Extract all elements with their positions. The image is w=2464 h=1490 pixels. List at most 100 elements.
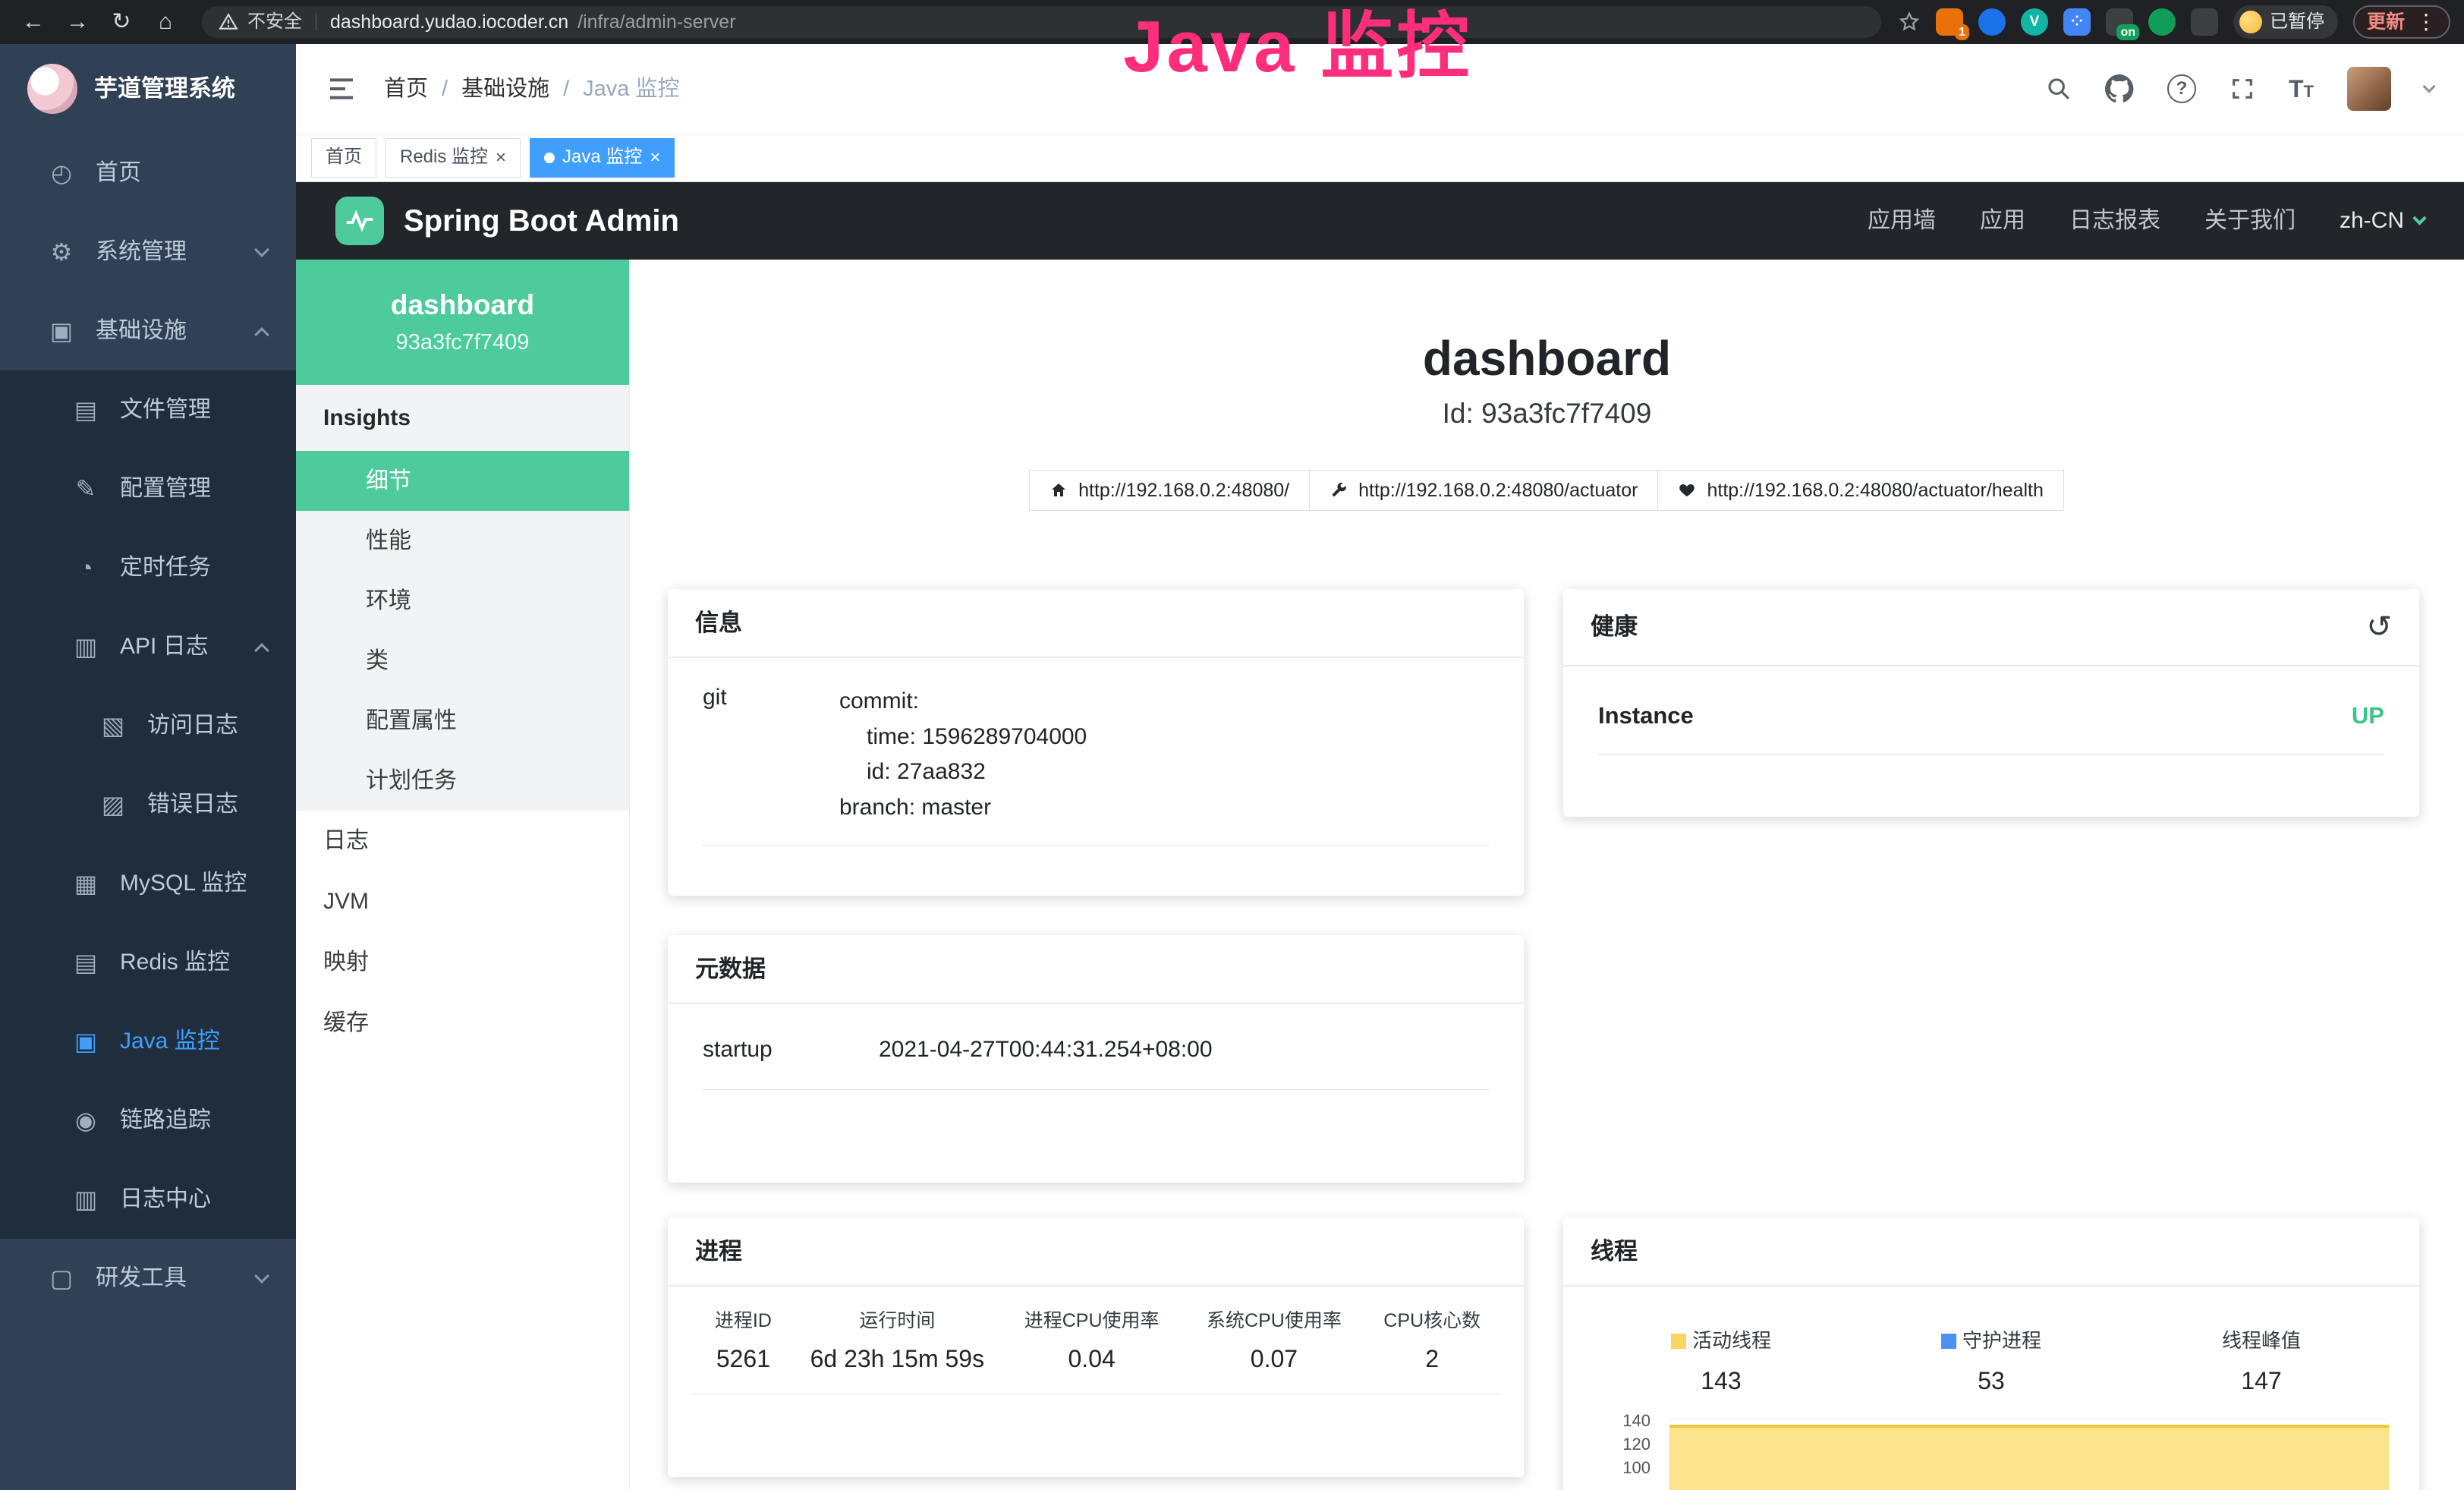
- sidebar-item-api-logs[interactable]: ▥ API 日志: [0, 607, 296, 686]
- url-host: dashboard.yudao.iocoder.cn: [330, 11, 568, 33]
- extension-icon[interactable]: ⁘: [2063, 8, 2091, 36]
- app-title: 芋道管理系统: [94, 74, 235, 102]
- close-icon[interactable]: ×: [496, 149, 506, 167]
- sba-nav-about[interactable]: 关于我们: [2204, 207, 2296, 235]
- sidebar-item-system-management[interactable]: ⚙ 系统管理: [0, 213, 296, 291]
- bookmark-star-icon[interactable]: [1898, 11, 1921, 33]
- chevron-up-icon: [254, 327, 269, 342]
- sidebar-item-config-management[interactable]: ✎ 配置管理: [0, 449, 296, 528]
- info-card-title: 信息: [668, 589, 1524, 658]
- insight-item-details[interactable]: 细节: [296, 451, 629, 511]
- browser-reload-button[interactable]: ↻: [102, 5, 141, 39]
- sba-brand-title[interactable]: Spring Boot Admin: [404, 203, 679, 239]
- extension-puzzle-icon[interactable]: [2191, 8, 2218, 36]
- locale-selector[interactable]: zh-CN: [2340, 207, 2425, 235]
- process-card: 进程 进程ID 运行时间 进程CPU使用率 系统CPU使用率 CPU核心数 52…: [668, 1218, 1524, 1477]
- sidebar-item-label: 系统管理: [96, 238, 187, 266]
- insight-item-config-props[interactable]: 配置属性: [296, 691, 629, 751]
- breadcrumb-home[interactable]: 首页: [384, 76, 428, 102]
- extension-icon[interactable]: [1978, 8, 2006, 36]
- security-label[interactable]: 不安全: [247, 11, 302, 33]
- user-avatar[interactable]: [2347, 67, 2391, 111]
- history-icon[interactable]: ↺: [2366, 609, 2392, 645]
- metadata-card: 元数据 startup 2021-04-27T00:44:31.254+08:0…: [668, 935, 1524, 1183]
- process-cpu-usage: 0.04: [999, 1344, 1185, 1373]
- tab-java-monitor[interactable]: Java 监控 ×: [530, 138, 675, 178]
- insights-section: Insights 细节 性能 环境 类 配置属性 计划任务: [296, 385, 629, 811]
- insight-item-classes[interactable]: 类: [296, 631, 629, 691]
- browser-back-button[interactable]: ←: [14, 5, 53, 39]
- browser-home-button[interactable]: ⌂: [146, 5, 185, 39]
- instance-item-caches[interactable]: 缓存: [296, 993, 629, 1054]
- font-size-icon[interactable]: TT: [2289, 74, 2314, 103]
- git-commit-line: commit:: [839, 684, 1087, 720]
- insights-section-label: Insights: [296, 385, 629, 451]
- sba-nav-journal[interactable]: 日志报表: [2069, 207, 2160, 235]
- address-bar[interactable]: 不安全 dashboard.yudao.iocoder.cn /infra/ad…: [202, 6, 1881, 38]
- extension-on-badge: on: [2116, 24, 2139, 40]
- insight-item-metrics[interactable]: 性能: [296, 511, 629, 571]
- sidebar-item-error-logs[interactable]: ▨ 错误日志: [0, 765, 296, 844]
- chevron-down-icon[interactable]: [2423, 80, 2436, 93]
- hamburger-icon[interactable]: [326, 74, 357, 104]
- extension-icon[interactable]: [2148, 8, 2176, 36]
- legend-label: 守护进程: [1941, 1329, 2041, 1353]
- column-header: 系统CPU使用率: [1185, 1309, 1363, 1332]
- y-axis-tick: 120: [1586, 1435, 1658, 1454]
- health-url-link[interactable]: http://192.168.0.2:48080/actuator/health: [1657, 470, 2063, 511]
- instance-item-logs[interactable]: 日志: [296, 811, 629, 871]
- sidebar-item-redis-monitor[interactable]: ▤ Redis 监控: [0, 923, 296, 1002]
- extension-icon[interactable]: 1: [1936, 8, 1963, 36]
- metadata-key: startup: [703, 1036, 879, 1063]
- breadcrumb-current: Java 监控: [583, 76, 679, 102]
- sidebar-item-file-management[interactable]: ▤ 文件管理: [0, 370, 296, 449]
- tab-home[interactable]: 首页: [311, 138, 376, 178]
- insight-item-scheduled-tasks[interactable]: 计划任务: [296, 751, 629, 811]
- instance-item-mappings[interactable]: 映射: [296, 932, 629, 993]
- tags-view-bar: 首页 Redis 监控 × Java 监控 ×: [296, 134, 2464, 182]
- browser-menu-icon[interactable]: ⋮: [2415, 9, 2437, 35]
- grid-line: [1669, 1419, 2389, 1420]
- y-axis-tick: 100: [1586, 1458, 1658, 1478]
- sidebar-item-infrastructure[interactable]: ▣ 基础设施: [0, 291, 296, 370]
- sba-nav-wallboard[interactable]: 应用墙: [1868, 207, 1936, 235]
- extension-icon[interactable]: V: [2021, 8, 2048, 36]
- browser-forward-button[interactable]: →: [58, 5, 97, 39]
- instance-url-link[interactable]: http://192.168.0.2:48080/: [1029, 470, 1310, 511]
- sidebar-item-home[interactable]: ◴ 首页: [0, 134, 296, 213]
- git-branch-line: branch: master: [839, 790, 1087, 826]
- github-icon[interactable]: [2105, 74, 2134, 103]
- insight-item-environment[interactable]: 环境: [296, 571, 629, 631]
- sidebar-item-scheduled-tasks[interactable]: ◔ 定时任务: [0, 528, 296, 607]
- sidebar-item-label: 配置管理: [120, 475, 211, 502]
- sidebar-item-java-monitor[interactable]: ▣ Java 监控: [0, 1002, 296, 1081]
- extension-icon[interactable]: on: [2106, 8, 2133, 36]
- fullscreen-icon[interactable]: [2230, 76, 2255, 102]
- tab-redis-monitor[interactable]: Redis 监控 ×: [385, 138, 521, 178]
- sidebar-item-mysql-monitor[interactable]: ▦ MySQL 监控: [0, 844, 296, 923]
- card-title: 信息: [695, 609, 742, 637]
- git-time-line: time: 1596289704000: [839, 720, 1087, 755]
- card-title: 线程: [1591, 1237, 1638, 1265]
- chrome-update-button[interactable]: 更新 ⋮: [2353, 5, 2450, 39]
- search-icon[interactable]: [2046, 76, 2072, 102]
- link-label: http://192.168.0.2:48080/actuator/health: [1707, 479, 2043, 502]
- sidebar-item-access-logs[interactable]: ▧ 访问日志: [0, 686, 296, 765]
- browser-profile-chip[interactable]: 已暂停: [2233, 5, 2338, 39]
- sidebar-item-link-tracing[interactable]: ◉ 链路追踪: [0, 1081, 296, 1160]
- sba-nav-applications[interactable]: 应用: [1980, 207, 2025, 235]
- help-icon[interactable]: ?: [2167, 74, 2196, 103]
- sidebar-item-label: Redis 监控: [120, 949, 230, 976]
- process-table-header: 进程ID 运行时间 进程CPU使用率 系统CPU使用率 CPU核心数: [691, 1309, 1501, 1332]
- process-uptime: 6d 23h 15m 59s: [796, 1344, 999, 1373]
- health-card: 健康 ↺ Instance UP: [1563, 589, 2419, 817]
- column-header: 进程ID: [691, 1309, 796, 1332]
- sidebar-item-log-center[interactable]: ▥ 日志中心: [0, 1160, 296, 1239]
- close-icon[interactable]: ×: [650, 149, 660, 167]
- breadcrumb-infrastructure[interactable]: 基础设施: [461, 76, 549, 102]
- sidebar-item-dev-tools[interactable]: ▢ 研发工具: [0, 1239, 296, 1318]
- actuator-url-link[interactable]: http://192.168.0.2:48080/actuator: [1309, 470, 1658, 511]
- app-logo[interactable]: 芋道管理系统: [0, 44, 296, 134]
- instance-item-jvm[interactable]: JVM: [296, 871, 629, 932]
- sba-logo-icon[interactable]: [335, 197, 384, 245]
